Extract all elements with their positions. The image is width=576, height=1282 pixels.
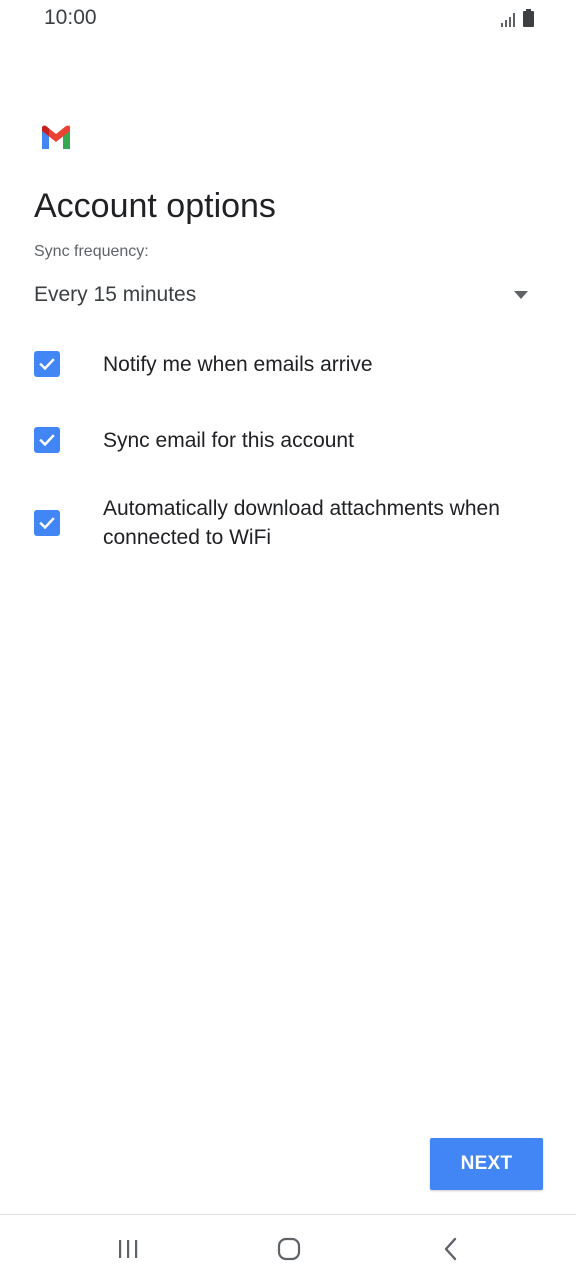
- notify-label: Notify me when emails arrive: [103, 352, 373, 376]
- option-notify-emails[interactable]: Notify me when emails arrive: [34, 349, 554, 379]
- checkmark-icon: [39, 517, 55, 530]
- page-title: Account options: [34, 187, 276, 225]
- home-icon: [277, 1237, 301, 1261]
- sync-email-label: Sync email for this account: [103, 428, 354, 452]
- sync-frequency-value: Every 15 minutes: [34, 283, 197, 306]
- sync-email-checkbox[interactable]: [34, 427, 60, 453]
- checkmark-icon: [39, 434, 55, 447]
- navigation-bar: [0, 1214, 576, 1282]
- sync-frequency-dropdown[interactable]: Every 15 minutes: [34, 276, 534, 314]
- back-icon: [444, 1237, 457, 1261]
- status-bar: 10:00: [0, 0, 576, 40]
- notify-checkbox[interactable]: [34, 351, 60, 377]
- status-time: 10:00: [44, 6, 97, 29]
- next-button[interactable]: NEXT: [430, 1138, 543, 1190]
- auto-download-label: Automatically download attachments when …: [103, 497, 500, 549]
- back-button[interactable]: [431, 1233, 471, 1265]
- signal-icon: [501, 13, 515, 27]
- auto-download-checkbox[interactable]: [34, 510, 60, 536]
- sync-frequency-label: Sync frequency:: [34, 243, 149, 260]
- home-button[interactable]: [269, 1233, 309, 1265]
- battery-icon: [523, 9, 534, 27]
- recent-apps-button[interactable]: [108, 1233, 148, 1265]
- option-auto-download[interactable]: Automatically download attachments when …: [34, 494, 554, 552]
- option-sync-email[interactable]: Sync email for this account: [34, 425, 554, 455]
- dropdown-arrow-icon: [514, 291, 528, 299]
- checkmark-icon: [39, 358, 55, 371]
- recent-apps-icon: [119, 1240, 138, 1258]
- screen: 10:00 Account options Sync frequency: Ev…: [0, 0, 576, 1282]
- status-icons: [501, 9, 534, 27]
- gmail-logo: [42, 125, 70, 149]
